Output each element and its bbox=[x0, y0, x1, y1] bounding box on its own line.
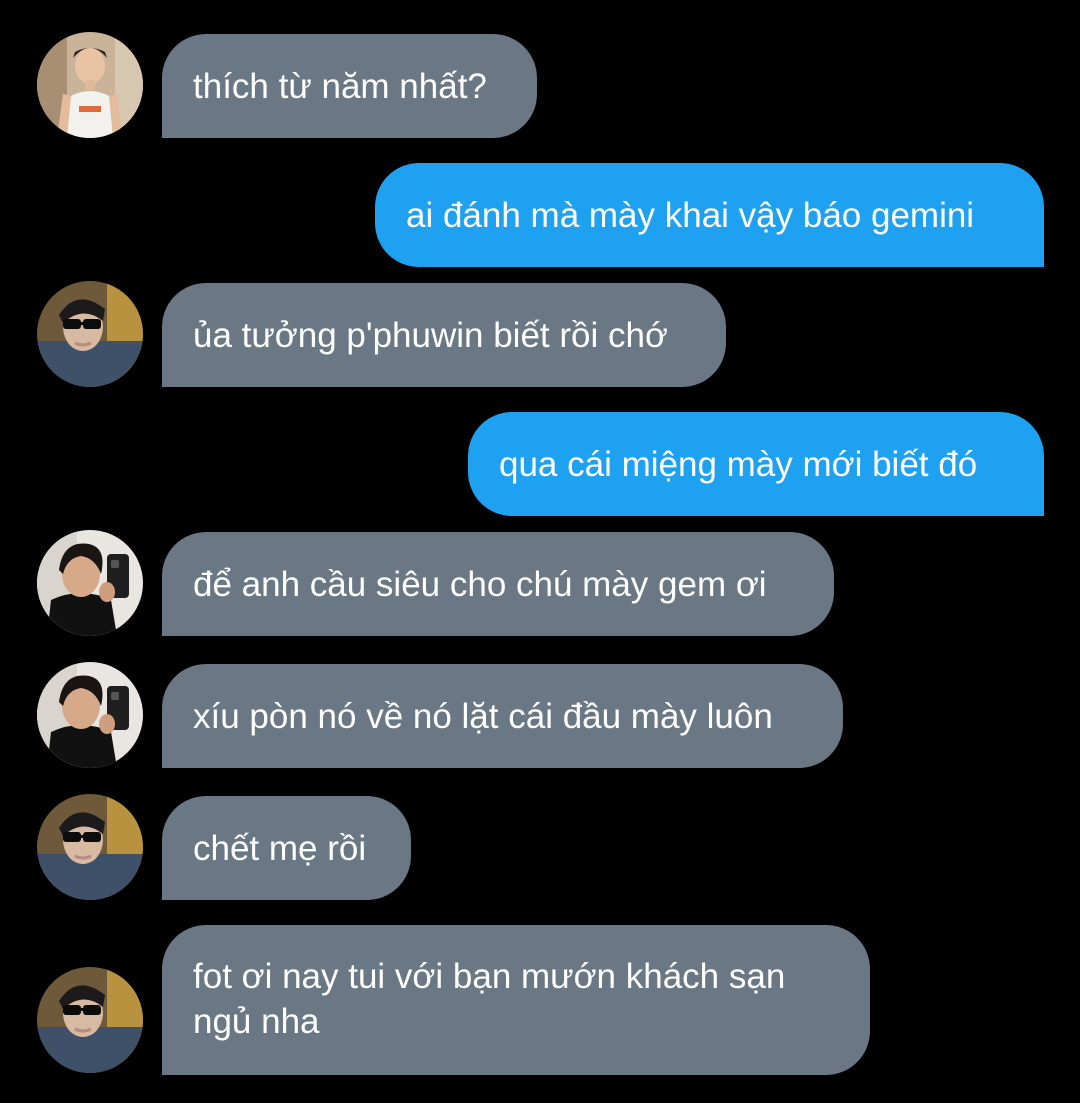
incoming-message-bubble[interactable]: fot ơi nay tui với bạn mướn khách sạn ng… bbox=[162, 925, 870, 1075]
mirror-selfie-user-avatar[interactable] bbox=[37, 662, 143, 768]
incoming-message-bubble[interactable]: chết mẹ rồi bbox=[162, 796, 411, 900]
incoming-message-bubble[interactable]: ủa tưởng p'phuwin biết rồi chớ bbox=[162, 283, 726, 387]
incoming-message-bubble[interactable]: xíu pòn nó về nó lặt cái đầu mày luôn bbox=[162, 664, 843, 768]
outgoing-message-bubble[interactable]: ai đánh mà mày khai vậy báo gemini bbox=[375, 163, 1044, 267]
sunglasses-user-avatar[interactable] bbox=[37, 967, 143, 1073]
incoming-message-bubble[interactable]: thích từ năm nhất? bbox=[162, 34, 537, 138]
sunglasses-user-avatar[interactable] bbox=[37, 281, 143, 387]
outgoing-message-bubble[interactable]: qua cái miệng mày mới biết đó bbox=[468, 412, 1044, 516]
mirror-selfie-user-avatar[interactable] bbox=[37, 530, 143, 636]
incoming-message-bubble[interactable]: để anh cầu siêu cho chú mày gem ơi bbox=[162, 532, 834, 636]
tank-top-user-avatar[interactable] bbox=[37, 32, 143, 138]
sunglasses-user-avatar[interactable] bbox=[37, 794, 143, 900]
